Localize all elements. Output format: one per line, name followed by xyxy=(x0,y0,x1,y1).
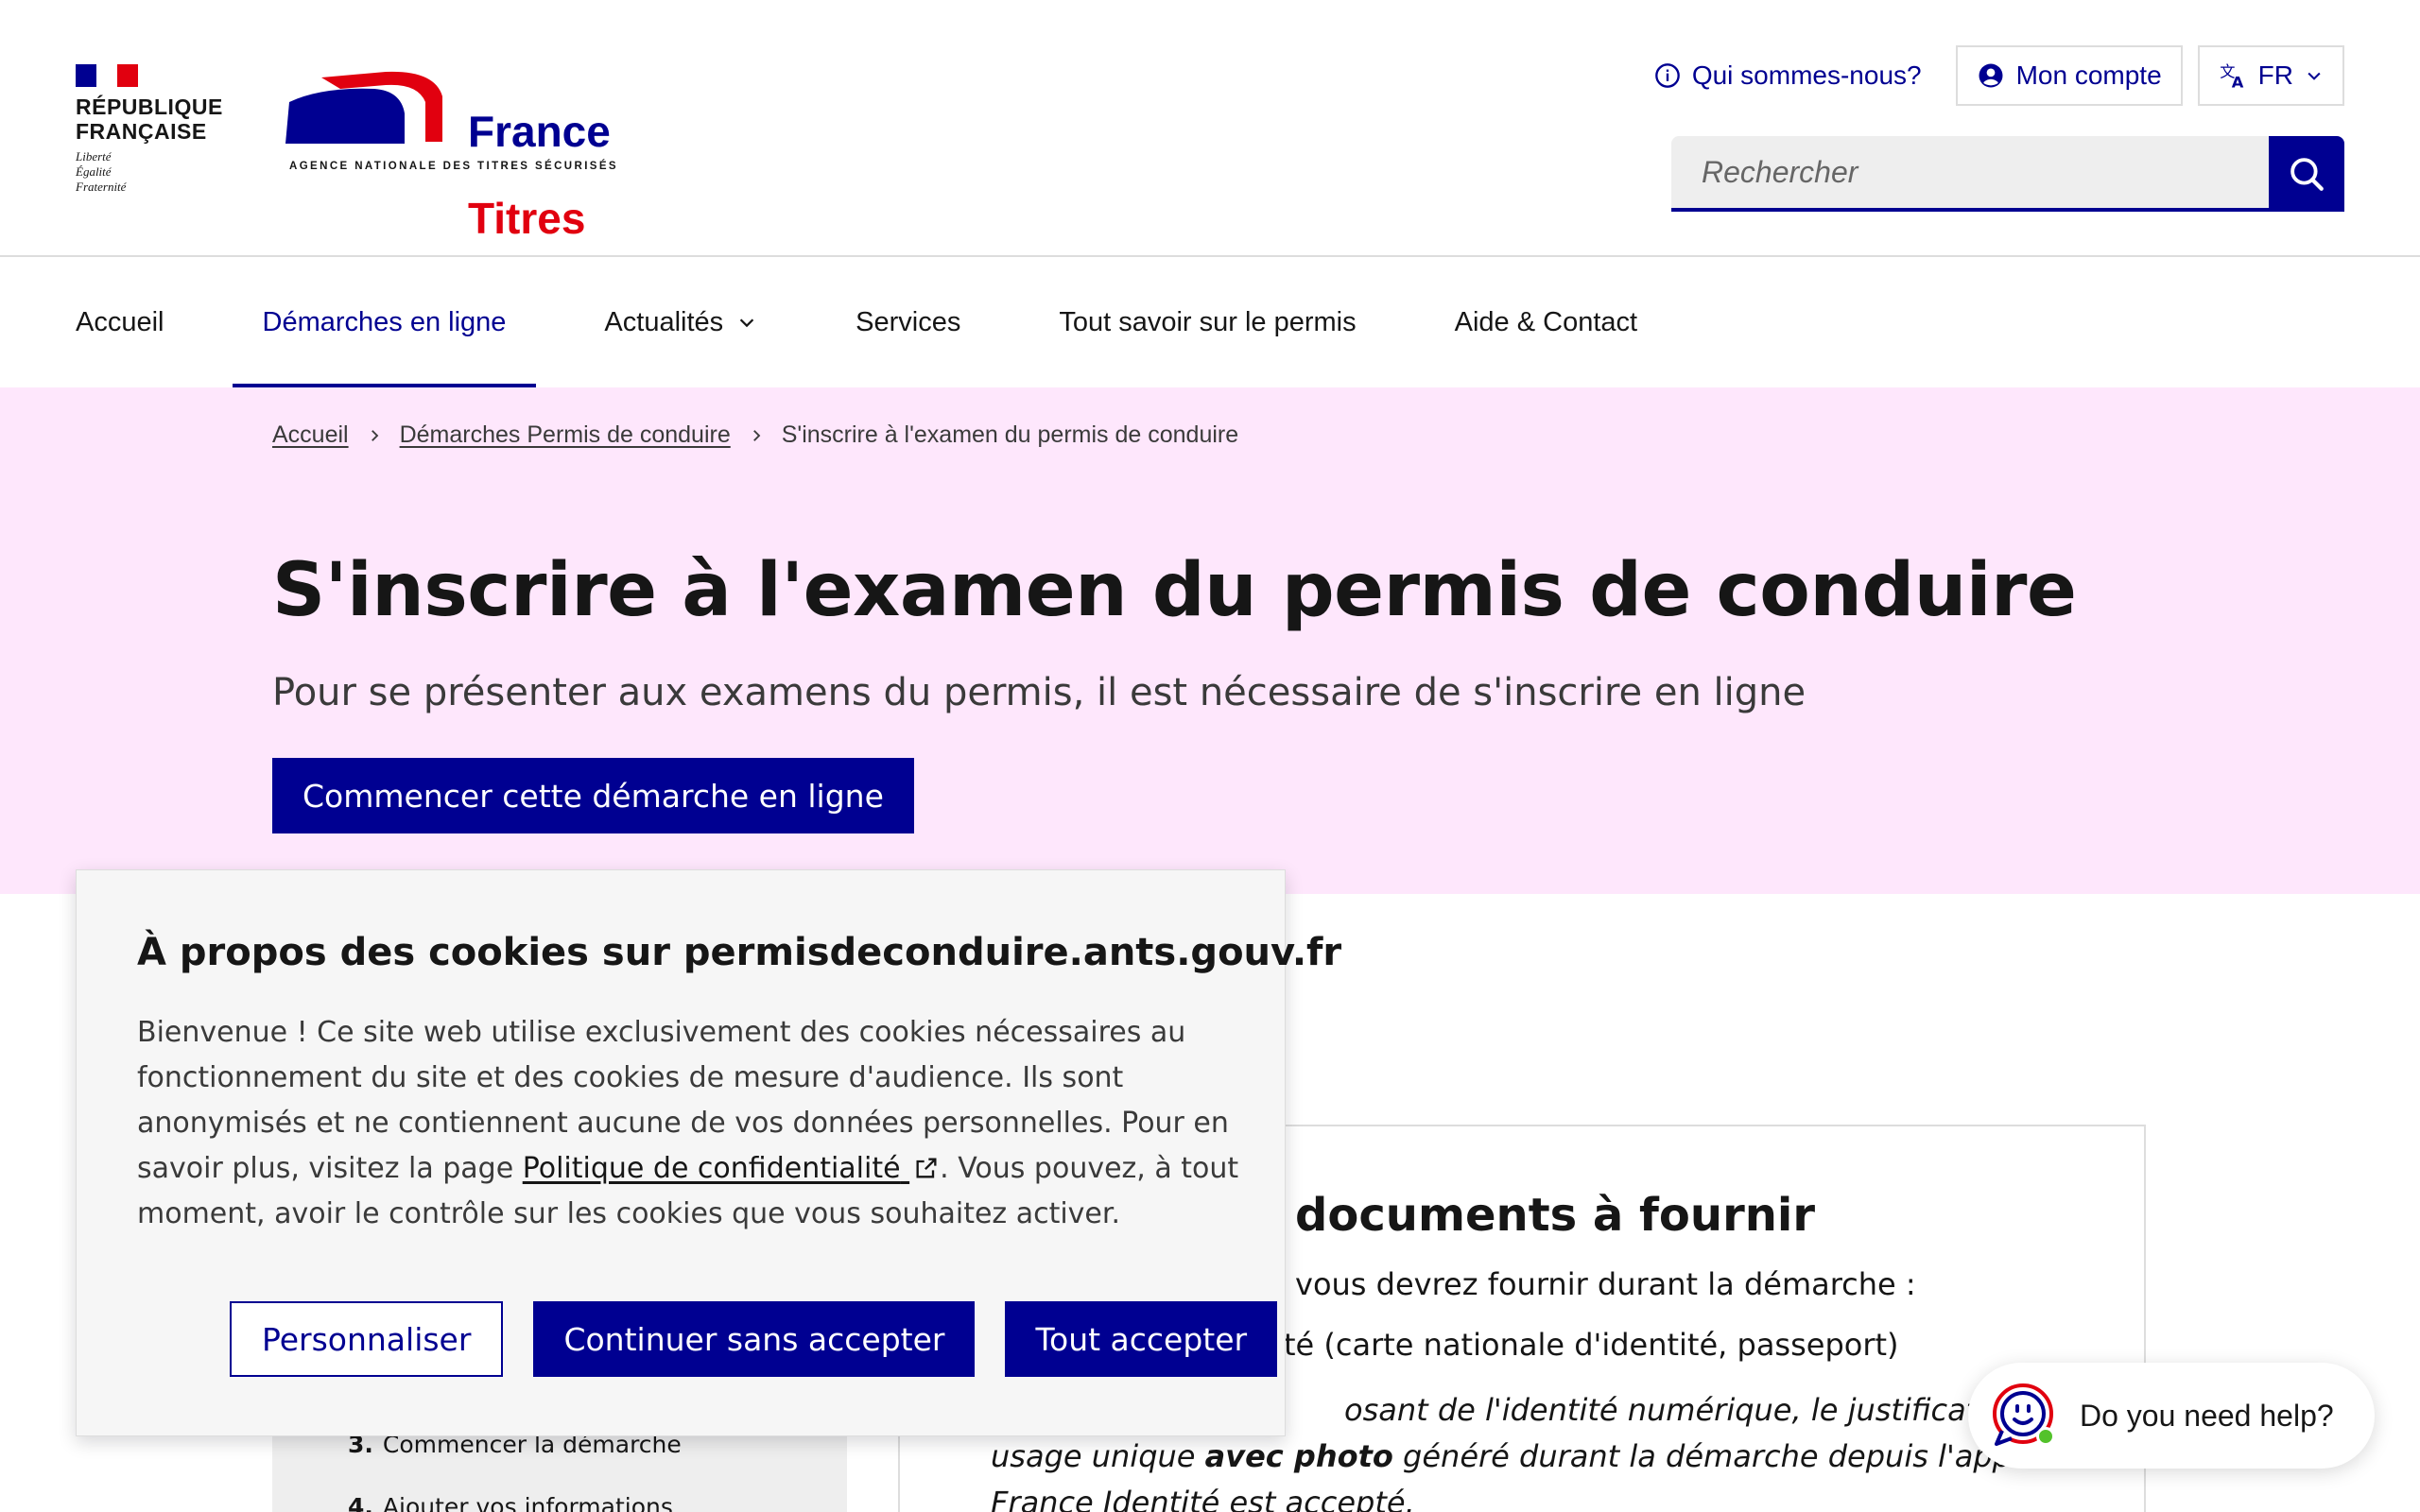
france-titres-logo[interactable]: France Titres AGENCE NATIONALE DES TITRE… xyxy=(284,66,616,240)
nav-item-demarches[interactable]: Démarches en ligne xyxy=(232,257,537,387)
nav-item-accueil[interactable]: Accueil xyxy=(45,257,195,387)
rf-name: RÉPUBLIQUE FRANÇAISE xyxy=(76,94,223,144)
documents-note-line: France Identité est accepté. xyxy=(991,1485,1415,1512)
note-bold: avec photo xyxy=(1204,1438,1393,1474)
nav-item-aide-contact[interactable]: Aide & Contact xyxy=(1425,257,1668,387)
hero-section: Accueil Démarches Permis de conduire S'i… xyxy=(0,387,2420,894)
chat-bot-icon xyxy=(1989,1382,2057,1450)
breadcrumb-section-link[interactable]: Démarches Permis de conduire xyxy=(400,421,731,449)
nav-item-actualites-label: Actualités xyxy=(604,306,724,337)
svg-text:A: A xyxy=(2231,74,2243,91)
documents-note-line: usage unique avec photo généré durant la… xyxy=(991,1434,2083,1480)
privacy-policy-label: Politique de confidentialité xyxy=(522,1152,901,1185)
documents-item: té (carte nationale d'identité, passepor… xyxy=(1284,1327,1899,1363)
help-chat-widget[interactable]: Do you need help? xyxy=(1968,1363,2375,1469)
privacy-policy-link[interactable]: Politique de confidentialité xyxy=(523,1152,940,1185)
translate-icon: 文 A xyxy=(2220,62,2244,91)
about-link[interactable]: Qui sommes-nous? xyxy=(1634,45,1941,106)
search-button[interactable] xyxy=(2269,136,2344,212)
chevron-down-icon xyxy=(2308,72,2321,80)
brand-line-1: France xyxy=(468,107,611,156)
search-bar xyxy=(1671,136,2344,212)
step-label: Ajouter vos informations xyxy=(382,1493,673,1512)
language-selector[interactable]: 文 A FR xyxy=(2197,45,2344,106)
cookie-consent-banner: À propos des cookies sur permisdeconduir… xyxy=(76,869,1341,1436)
cookie-description: Bienvenue ! Ce site web utilise exclusiv… xyxy=(137,1010,1243,1237)
language-label: FR xyxy=(2257,60,2293,90)
note-text: usage unique xyxy=(991,1438,1205,1474)
france-titres-emblem-icon xyxy=(285,71,442,144)
header-tools: Qui sommes-nous? Mon compte 文 A FR xyxy=(1634,45,2344,106)
site-header: RÉPUBLIQUE FRANÇAISE Liberté Égalité Fra… xyxy=(0,0,2420,257)
online-status-dot xyxy=(2036,1427,2055,1446)
nav-item-services[interactable]: Services xyxy=(825,257,991,387)
marianne-flag-icon xyxy=(76,64,138,87)
documents-title: documents à fournir xyxy=(1295,1189,1816,1242)
chevron-right-icon xyxy=(371,429,378,441)
customize-cookies-button[interactable]: Personnaliser xyxy=(230,1301,504,1377)
page-title: S'inscrire à l'examen du permis de condu… xyxy=(272,548,2077,633)
start-procedure-button[interactable]: Commencer cette démarche en ligne xyxy=(272,758,914,833)
chevron-down-icon xyxy=(739,318,754,328)
step-item-4[interactable]: 4. Ajouter vos informations xyxy=(348,1493,673,1512)
nav-item-actualites[interactable]: Actualités xyxy=(574,257,787,387)
info-icon xyxy=(1654,63,1680,88)
brand-tagline: AGENCE NATIONALE DES TITRES SÉCURISÉS xyxy=(289,161,619,172)
brand-name: France Titres xyxy=(468,66,611,240)
account-button[interactable]: Mon compte xyxy=(1955,45,2183,106)
account-icon xyxy=(1979,63,2003,88)
chevron-right-icon xyxy=(752,429,761,441)
breadcrumb-current: S'inscrire à l'examen du permis de condu… xyxy=(781,421,1239,448)
search-input[interactable] xyxy=(1671,136,2269,212)
nav-item-tout-savoir[interactable]: Tout savoir sur le permis xyxy=(1028,257,1386,387)
page-subtitle: Pour se présenter aux examens du permis,… xyxy=(272,671,1806,714)
rf-motto: Liberté Égalité Fraternité xyxy=(76,149,127,194)
documents-intro: vous devrez fournir durant la démarche : xyxy=(1295,1266,1916,1302)
about-label: Qui sommes-nous? xyxy=(1691,60,1922,90)
breadcrumb-home-link[interactable]: Accueil xyxy=(272,421,349,449)
cookie-title: À propos des cookies sur permisdeconduir… xyxy=(137,931,1342,974)
step-number: 4. xyxy=(348,1493,373,1512)
search-icon xyxy=(2290,158,2324,191)
cookie-actions: Personnaliser Continuer sans accepter To… xyxy=(230,1301,1278,1377)
main-nav: Accueil Démarches en ligne Actualités Se… xyxy=(0,257,2420,387)
accept-all-cookies-button[interactable]: Tout accepter xyxy=(1005,1301,1278,1377)
external-link-icon xyxy=(916,1158,937,1178)
brand-line-2: Titres xyxy=(468,194,586,243)
account-label: Mon compte xyxy=(2015,60,2162,90)
refuse-cookies-button[interactable]: Continuer sans accepter xyxy=(533,1301,976,1377)
help-label: Do you need help? xyxy=(2080,1398,2334,1433)
breadcrumb: Accueil Démarches Permis de conduire S'i… xyxy=(272,421,1238,449)
